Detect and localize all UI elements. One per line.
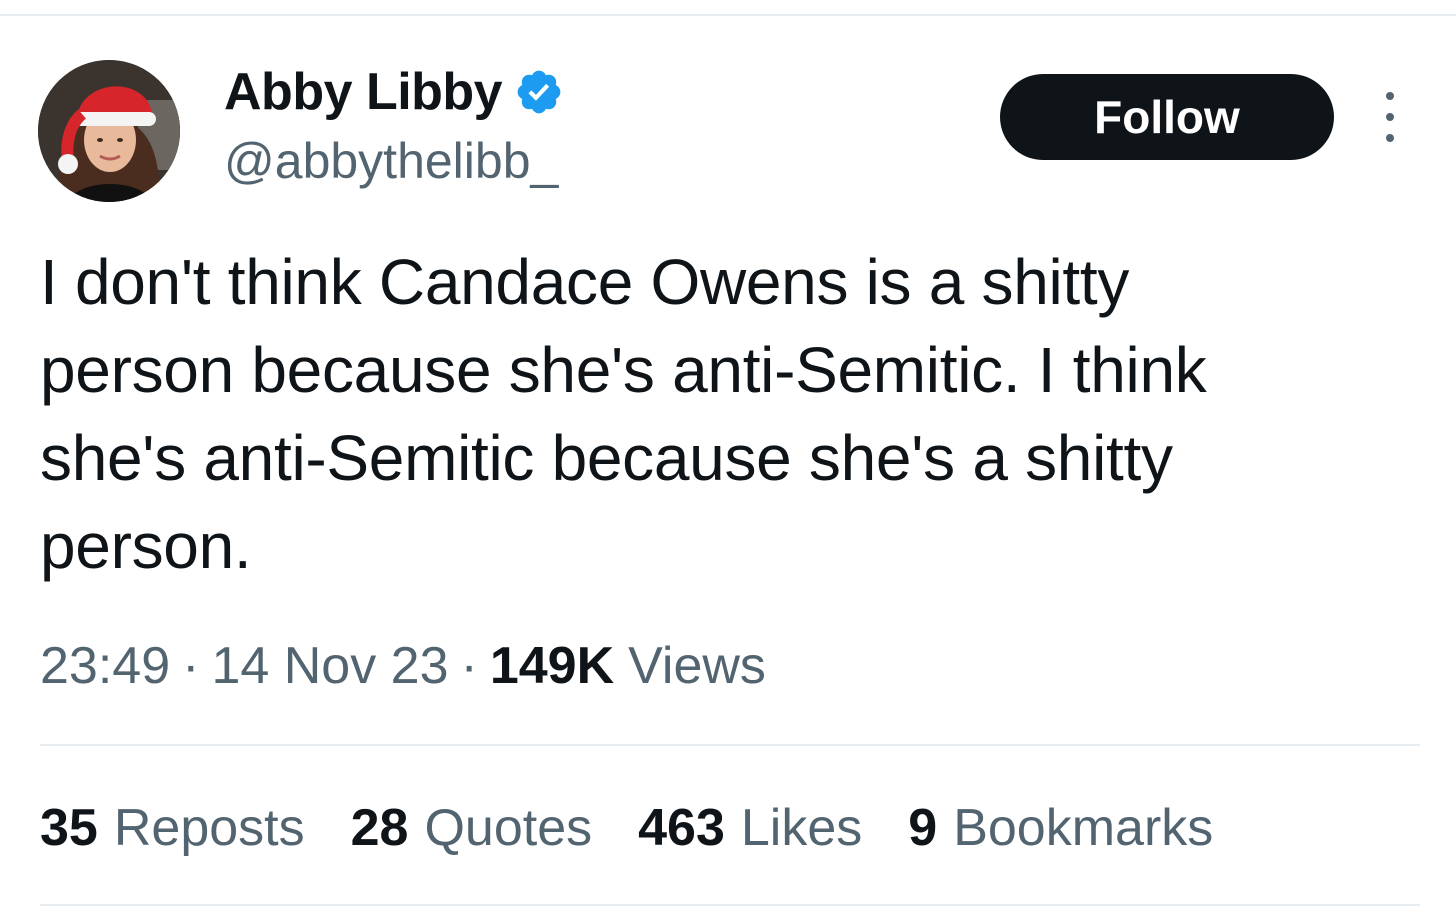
tweet-text-line: person because she's anti-Semitic. I thi… xyxy=(40,334,1207,406)
avatar[interactable] xyxy=(38,60,180,202)
likes-count: 463 xyxy=(638,799,725,857)
stats-divider xyxy=(40,744,1420,746)
more-dot xyxy=(1386,113,1394,121)
avatar-image xyxy=(38,60,180,202)
more-dot xyxy=(1386,92,1394,100)
views-count: 149K xyxy=(489,637,615,695)
tweet-text-line: I don't think Candace Owens is a shitty xyxy=(40,246,1130,318)
more-dot xyxy=(1386,134,1394,142)
tweet-time[interactable]: 23:49 xyxy=(40,636,170,696)
bookmarks-label: Bookmarks xyxy=(953,799,1214,857)
engagement-stats: 35 Reposts 28 Quotes 463 Likes 9 Bookmar… xyxy=(40,798,1259,858)
reposts-stat[interactable]: 35 Reposts xyxy=(40,798,305,858)
more-vertical-icon[interactable] xyxy=(1372,92,1408,142)
quotes-label: Quotes xyxy=(424,799,593,857)
top-divider xyxy=(0,14,1456,16)
reposts-count: 35 xyxy=(40,799,98,857)
bookmarks-stat[interactable]: 9 Bookmarks xyxy=(908,798,1213,858)
tweet-date[interactable]: 14 Nov 23 xyxy=(211,636,448,696)
quotes-count: 28 xyxy=(350,799,409,857)
tweet-meta: 23:49 · 14 Nov 23 · 149K Views xyxy=(40,636,766,696)
follow-button[interactable]: Follow xyxy=(1000,74,1334,160)
bookmarks-count: 9 xyxy=(908,799,938,857)
likes-stat[interactable]: 463 Likes xyxy=(638,798,862,858)
reposts-label: Reposts xyxy=(113,799,305,857)
tweet-card: Abby Libby @abbythelibb_ Follow I don't … xyxy=(0,0,1456,924)
author-name-row: Abby Libby xyxy=(224,62,564,122)
quotes-stat[interactable]: 28 Quotes xyxy=(351,798,593,858)
author-display-name[interactable]: Abby Libby xyxy=(224,62,503,122)
tweet-text-line: she's anti-Semitic because she's a shitt… xyxy=(40,422,1173,494)
likes-label: Likes xyxy=(740,799,863,857)
views-label: Views xyxy=(628,637,766,695)
tweet-text-line: person. xyxy=(40,510,252,582)
bottom-divider xyxy=(40,904,1420,906)
meta-separator: · xyxy=(182,637,200,695)
verified-badge-icon xyxy=(517,70,561,114)
meta-separator: · xyxy=(460,637,478,695)
tweet-text: I don't think Candace Owens is a shitty … xyxy=(40,238,1420,590)
author-handle[interactable]: @abbythelibb_ xyxy=(224,132,558,190)
